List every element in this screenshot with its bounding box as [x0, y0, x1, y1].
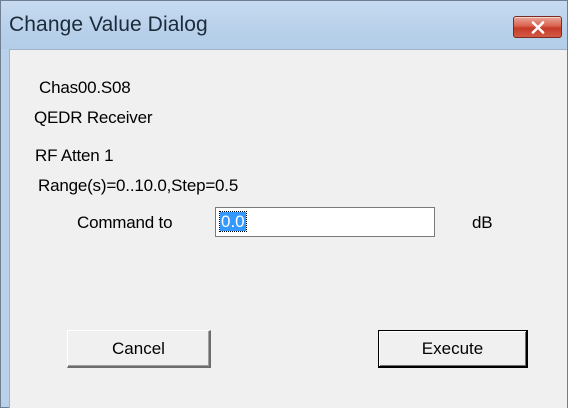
window-title: Change Value Dialog [9, 13, 208, 36]
cancel-button[interactable]: Cancel [67, 330, 211, 368]
parameter-name-label: RF Atten 1 [35, 146, 114, 165]
close-icon [531, 20, 545, 34]
range-label: Range(s)=0..10.0,Step=0.5 [38, 176, 239, 195]
command-label: Command to [77, 213, 173, 232]
execute-button[interactable]: Execute [378, 330, 528, 368]
close-button[interactable] [513, 16, 562, 38]
title-bar[interactable]: Change Value Dialog [1, 1, 567, 49]
command-value-input[interactable]: 0.0 [215, 207, 435, 237]
command-value-text: 0.0 [219, 211, 247, 232]
chassis-slot-label: Chas00.S08 [39, 78, 131, 97]
dialog-body: Chas00.S08 QEDR Receiver RF Atten 1 Rang… [9, 49, 567, 408]
device-name-label: QEDR Receiver [34, 108, 153, 127]
dialog-window: Change Value Dialog Chas00.S08 QEDR Rece… [0, 0, 568, 408]
unit-label: dB [472, 213, 493, 232]
